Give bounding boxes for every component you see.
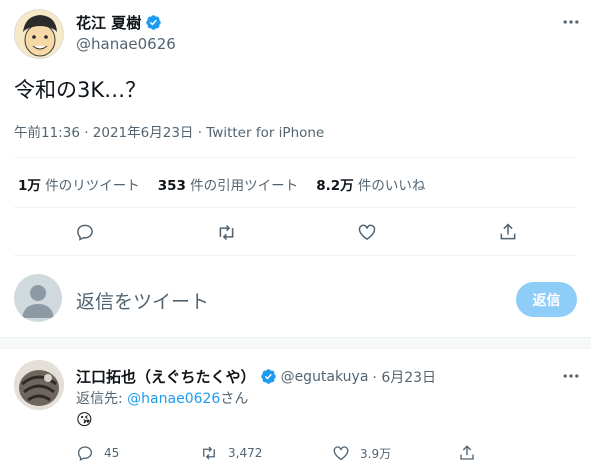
reply-to-link[interactable]: @hanae0626: [127, 391, 220, 407]
quote-count-stat[interactable]: 353 件の引用ツイート: [158, 174, 298, 194]
retweet-icon[interactable]: [214, 220, 238, 244]
reply-icon[interactable]: [76, 444, 94, 462]
like-icon[interactable]: [332, 444, 350, 462]
reply-avatar-illustration: [14, 360, 64, 410]
tweet-text: 令和の3K…？: [14, 78, 147, 102]
reply-icon[interactable]: [73, 220, 97, 244]
reply-more-icon[interactable]: [561, 366, 581, 386]
like-count: 3.9万: [360, 446, 392, 461]
tweet-source[interactable]: Twitter for iPhone: [206, 125, 324, 141]
reply-date[interactable]: · 6月23日: [372, 367, 436, 387]
tweet-timestamp[interactable]: 午前11:36 · 2021年6月23日 ·: [14, 125, 206, 141]
verified-badge-icon: [260, 368, 277, 385]
more-icon[interactable]: [561, 12, 581, 32]
retweet-count-stat[interactable]: 1万 件のリツイート: [18, 174, 140, 194]
divider: [14, 207, 577, 208]
like-count-stat[interactable]: 8.2万 件のいいね: [316, 174, 425, 194]
like-icon[interactable]: [355, 220, 379, 244]
reply-count: 45: [104, 446, 120, 460]
verified-badge-icon: [145, 14, 162, 31]
tweet-stats: 1万 件のリツイート 353 件の引用ツイート 8.2万 件のいいね: [18, 174, 425, 194]
default-profile-icon: [22, 285, 54, 318]
reply-author-handle[interactable]: @egutakuya: [281, 369, 369, 385]
reply-compose-input[interactable]: 返信をツイート: [76, 287, 209, 314]
reply-author-name[interactable]: 江口拓也（えぐちたくや）: [76, 366, 256, 387]
reply-submit-button[interactable]: 返信: [516, 282, 577, 317]
share-icon[interactable]: [496, 220, 520, 244]
author-avatar[interactable]: [14, 9, 64, 59]
reply-author-avatar[interactable]: [14, 360, 64, 410]
divider: [14, 255, 577, 256]
reply-emoji: 😘: [76, 410, 93, 429]
author-name[interactable]: 花江 夏樹: [76, 12, 141, 33]
reply-submit-label: 返信: [532, 292, 561, 309]
section-separator: [0, 337, 591, 349]
author-handle[interactable]: @hanae0626: [76, 35, 176, 53]
share-icon[interactable]: [458, 444, 476, 462]
retweet-count: 3,472: [228, 446, 263, 460]
divider: [14, 157, 577, 158]
reply-to-line: 返信先: @hanae0626さん: [76, 391, 249, 407]
current-user-avatar[interactable]: [14, 274, 62, 322]
retweet-icon[interactable]: [200, 444, 218, 462]
avatar-illustration: [15, 10, 63, 58]
